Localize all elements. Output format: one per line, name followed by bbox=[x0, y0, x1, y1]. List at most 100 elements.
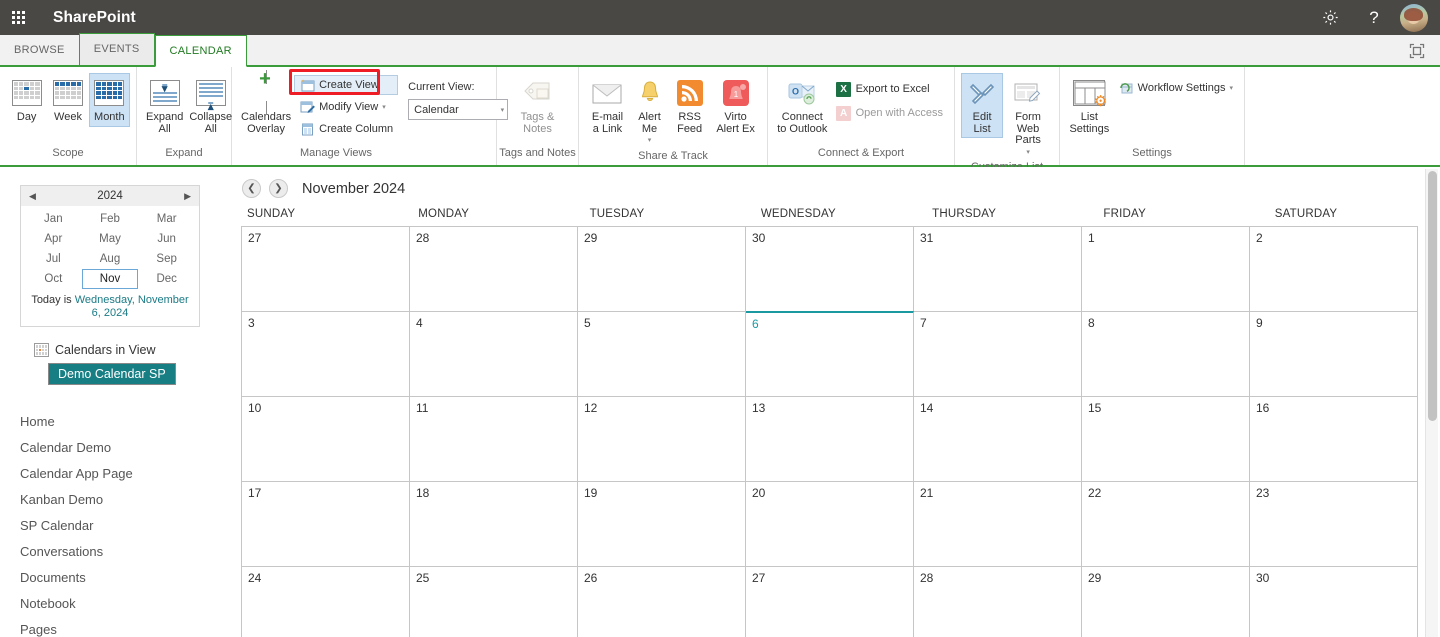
month-nov[interactable]: Nov bbox=[81, 269, 139, 289]
month-may[interactable]: May bbox=[82, 229, 139, 249]
nav-link-notebook[interactable]: Notebook bbox=[0, 591, 228, 617]
collapse-all-button[interactable]: ▴ Collapse All bbox=[186, 73, 235, 138]
open-with-access-button[interactable]: A Open with Access bbox=[831, 103, 948, 123]
tab-calendar[interactable]: CALENDAR bbox=[154, 35, 247, 67]
calendar-cell[interactable]: 4 bbox=[410, 312, 578, 397]
help-icon[interactable]: ? bbox=[1352, 0, 1396, 35]
month-sep[interactable]: Sep bbox=[138, 249, 195, 269]
view-month-button[interactable]: Month bbox=[88, 73, 130, 127]
month-oct[interactable]: Oct bbox=[25, 269, 82, 289]
view-month-label: Month bbox=[94, 111, 125, 123]
calendar-cell[interactable]: 11 bbox=[410, 397, 578, 482]
calendar-cell[interactable]: 2 bbox=[1250, 227, 1418, 312]
calendar-cell[interactable]: 12 bbox=[578, 397, 746, 482]
view-day-button[interactable]: Day bbox=[6, 73, 47, 127]
calendar-cell[interactable]: 27 bbox=[746, 567, 914, 637]
avatar[interactable] bbox=[1400, 3, 1428, 32]
calendar-cell[interactable]: 29 bbox=[578, 227, 746, 312]
calendar-cell[interactable]: 15 bbox=[1082, 397, 1250, 482]
form-web-parts-button[interactable]: Form Web Parts ▾ bbox=[1003, 73, 1053, 161]
app-launcher-button[interactable] bbox=[0, 0, 36, 35]
ribbon-group-customize-list: Edit List Form Web Parts ▾ Customize Lis… bbox=[955, 67, 1060, 173]
calendars-overlay-label: Calendars Overlay bbox=[241, 111, 292, 135]
workflow-settings-button[interactable]: Workflow Settings ▾ bbox=[1113, 78, 1238, 98]
modify-view-button[interactable]: Modify View ▾ bbox=[294, 97, 398, 117]
expand-all-button[interactable]: ▾ Expand All bbox=[143, 73, 186, 138]
calendar-cell[interactable]: 21 bbox=[914, 482, 1082, 567]
today-date-link[interactable]: Wednesday, November 6, 2024 bbox=[75, 294, 189, 319]
ribbon-tab-strip: BROWSE EVENTS CALENDAR bbox=[0, 33, 1440, 67]
alert-me-button[interactable]: Alert Me ▾ bbox=[630, 73, 669, 150]
calendar-chip-demo-calendar-sp[interactable]: Demo Calendar SP bbox=[48, 363, 176, 385]
calendars-overlay-button[interactable]: + Calendars Overlay bbox=[238, 69, 294, 138]
virto-alert-button[interactable]: 1 Virto Alert Ex bbox=[710, 73, 761, 138]
calendar-cell-today[interactable]: 6 bbox=[746, 311, 914, 397]
calendar-cell[interactable]: 29 bbox=[1082, 567, 1250, 637]
calendar-cell[interactable]: 26 bbox=[578, 567, 746, 637]
calendar-cell[interactable]: 10 bbox=[242, 397, 410, 482]
month-feb[interactable]: Feb bbox=[82, 209, 139, 229]
calendar-cell[interactable]: 31 bbox=[914, 227, 1082, 312]
nav-link-calendar-demo[interactable]: Calendar Demo bbox=[0, 435, 228, 461]
nav-link-sp-calendar[interactable]: SP Calendar bbox=[0, 513, 228, 539]
tab-events[interactable]: EVENTS bbox=[78, 33, 155, 65]
prev-year-arrow[interactable]: ◀ bbox=[29, 191, 36, 202]
calendar-cell[interactable]: 19 bbox=[578, 482, 746, 567]
calendar-cell[interactable]: 3 bbox=[242, 312, 410, 397]
calendar-cell[interactable]: 22 bbox=[1082, 482, 1250, 567]
email-link-button[interactable]: E-mail a Link bbox=[585, 73, 630, 138]
calendar-cell[interactable]: 24 bbox=[242, 567, 410, 637]
calendar-cell[interactable]: 30 bbox=[746, 227, 914, 312]
month-jun[interactable]: Jun bbox=[138, 229, 195, 249]
calendar-cell[interactable]: 27 bbox=[242, 227, 410, 312]
calendar-cell[interactable]: 25 bbox=[410, 567, 578, 637]
create-view-button[interactable]: Create View bbox=[294, 75, 399, 95]
nav-link-kanban-demo[interactable]: Kanban Demo bbox=[0, 487, 228, 513]
connect-to-outlook-button[interactable]: O Connect to Outlook bbox=[774, 73, 831, 138]
calendar-cell[interactable]: 13 bbox=[746, 397, 914, 482]
month-jan[interactable]: Jan bbox=[25, 209, 82, 229]
month-dec[interactable]: Dec bbox=[138, 269, 195, 289]
nav-link-calendar-app-page[interactable]: Calendar App Page bbox=[0, 461, 228, 487]
day-number: 3 bbox=[248, 316, 255, 330]
calendar-cell[interactable]: 14 bbox=[914, 397, 1082, 482]
tab-browse[interactable]: BROWSE bbox=[0, 35, 79, 65]
calendar-cell[interactable]: 30 bbox=[1250, 567, 1418, 637]
day-number: 20 bbox=[752, 486, 766, 500]
next-month-arrow[interactable]: ❯ bbox=[269, 179, 288, 198]
nav-link-conversations[interactable]: Conversations bbox=[0, 539, 228, 565]
calendar-cell[interactable]: 16 bbox=[1250, 397, 1418, 482]
vertical-scrollbar[interactable] bbox=[1425, 169, 1438, 637]
calendar-cell[interactable]: 17 bbox=[242, 482, 410, 567]
month-aug[interactable]: Aug bbox=[82, 249, 139, 269]
calendar-cell[interactable]: 1 bbox=[1082, 227, 1250, 312]
export-to-excel-button[interactable]: X Export to Excel bbox=[831, 79, 948, 99]
create-column-button[interactable]: Create Column bbox=[294, 119, 398, 139]
current-view-select[interactable]: Calendar ▾ bbox=[408, 99, 509, 120]
nav-link-home[interactable]: Home bbox=[0, 409, 228, 435]
calendar-cell[interactable]: 18 bbox=[410, 482, 578, 567]
month-mar[interactable]: Mar bbox=[138, 209, 195, 229]
calendar-cell[interactable]: 9 bbox=[1250, 312, 1418, 397]
calendar-cell[interactable]: 20 bbox=[746, 482, 914, 567]
calendar-cell[interactable]: 28 bbox=[410, 227, 578, 312]
calendar-cell[interactable]: 7 bbox=[914, 312, 1082, 397]
scrollbar-thumb[interactable] bbox=[1428, 171, 1437, 421]
gear-icon[interactable] bbox=[1308, 0, 1352, 35]
month-jul[interactable]: Jul bbox=[25, 249, 82, 269]
view-week-button[interactable]: Week bbox=[47, 73, 88, 127]
month-apr[interactable]: Apr bbox=[25, 229, 82, 249]
next-year-arrow[interactable]: ▶ bbox=[184, 191, 191, 202]
calendar-cell[interactable]: 5 bbox=[578, 312, 746, 397]
focus-on-content-icon[interactable] bbox=[1406, 40, 1428, 62]
calendar-cell[interactable]: 8 bbox=[1082, 312, 1250, 397]
tags-notes-button[interactable]: Tags & Notes bbox=[511, 73, 565, 138]
previous-month-arrow[interactable]: ❮ bbox=[242, 179, 261, 198]
edit-list-button[interactable]: Edit List bbox=[961, 73, 1004, 138]
calendar-cell[interactable]: 23 bbox=[1250, 482, 1418, 567]
nav-link-documents[interactable]: Documents bbox=[0, 565, 228, 591]
rss-feed-button[interactable]: RSS Feed bbox=[669, 73, 710, 138]
calendar-cell[interactable]: 28 bbox=[914, 567, 1082, 637]
list-settings-button[interactable]: ⚙ List Settings bbox=[1066, 73, 1113, 138]
nav-link-pages[interactable]: Pages bbox=[0, 617, 228, 637]
